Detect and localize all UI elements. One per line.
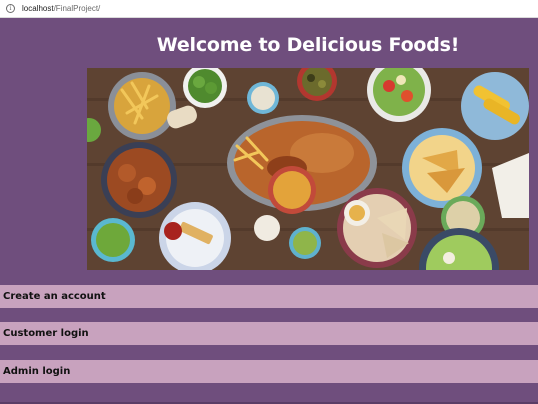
- browser-address-bar[interactable]: i localhost/FinalProject/: [0, 0, 538, 18]
- customer-login-button[interactable]: Customer login: [0, 322, 538, 345]
- url-path: /FinalProject/: [53, 4, 101, 13]
- food-banner-image: [87, 68, 529, 270]
- admin-login-button[interactable]: Admin login: [0, 360, 538, 383]
- page-body: Welcome to Delicious Foods! Create an ac…: [0, 18, 538, 404]
- url-host: localhost: [22, 4, 54, 13]
- info-icon[interactable]: i: [6, 4, 15, 13]
- page-title: Welcome to Delicious Foods!: [156, 34, 460, 56]
- url-text[interactable]: localhost/FinalProject/: [22, 4, 100, 13]
- create-account-button[interactable]: Create an account: [0, 285, 538, 308]
